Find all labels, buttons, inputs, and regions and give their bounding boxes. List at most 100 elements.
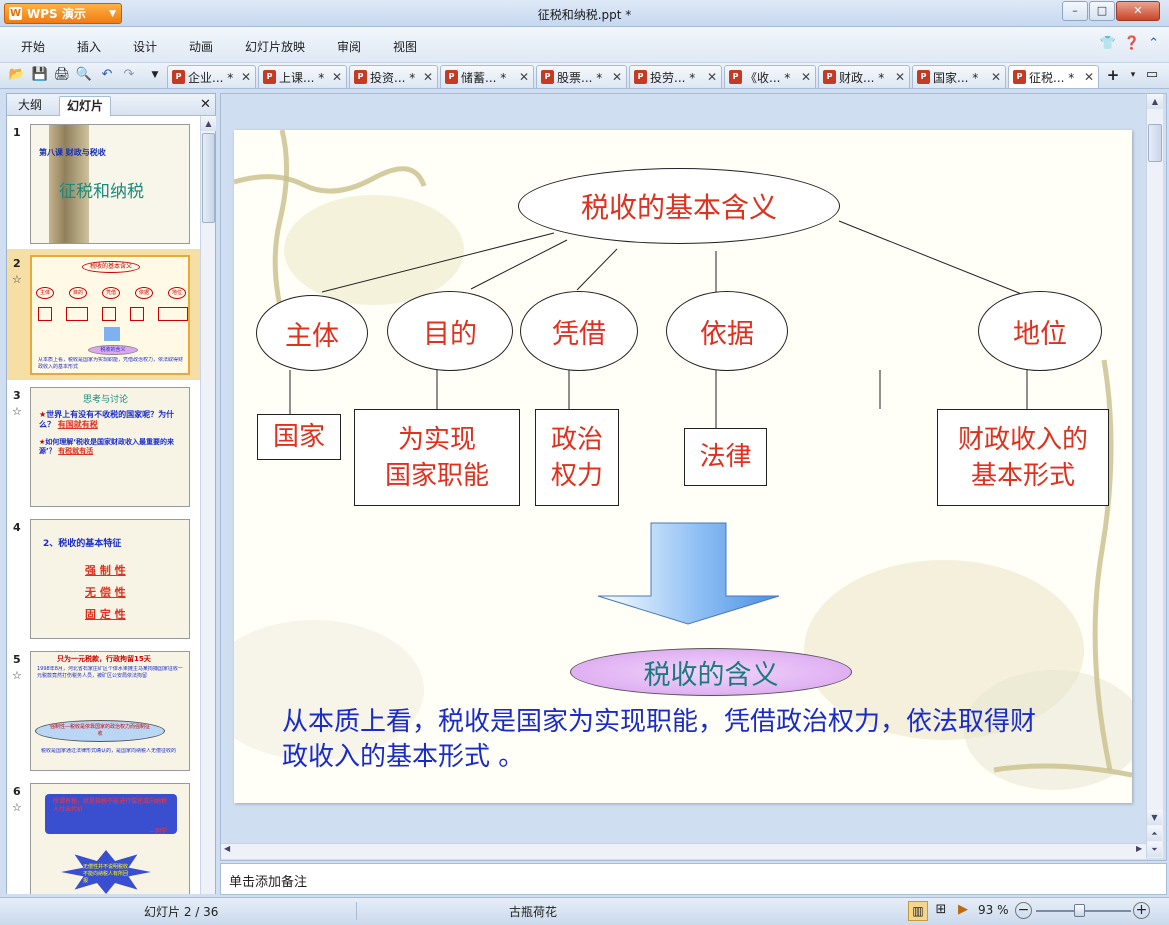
customize-toolbar-icon[interactable]: ▼	[146, 66, 164, 84]
zoom-in-icon[interactable]: +	[1133, 902, 1150, 919]
scroll-thumb[interactable]	[1148, 124, 1162, 162]
redo-icon[interactable]: ↷	[120, 66, 138, 84]
animation-star-icon: ☆	[12, 669, 22, 682]
help-icon[interactable]: ❓	[1124, 36, 1140, 51]
slide-thumbnail-6[interactable]: 6 ☆ 所谓有税，就是指税不能进行偿还或向纳税人付出代价 —列宁 无偿性并不说明…	[7, 777, 200, 894]
previous-slide-icon[interactable]: ⏶	[1147, 826, 1162, 841]
window-layout-icon[interactable]: ▭	[1143, 66, 1161, 84]
close-tab-icon[interactable]: ✕	[1081, 70, 1094, 84]
branch-ellipse-subject[interactable]: 主体	[256, 295, 368, 371]
thumb-boxes	[38, 307, 188, 321]
close-tab-icon[interactable]: ✕	[892, 70, 905, 84]
doc-tab[interactable]: P 国家... * ✕	[912, 65, 1006, 88]
doc-tab[interactable]: P 储蓄... * ✕	[440, 65, 534, 88]
undo-icon[interactable]: ↶	[98, 66, 116, 84]
branch-ellipse-purpose[interactable]: 目的	[387, 291, 513, 371]
close-tab-icon[interactable]: ✕	[329, 70, 342, 84]
close-window-button[interactable]: ✕	[1116, 1, 1160, 21]
doc-tab[interactable]: P 投劳... * ✕	[629, 65, 722, 88]
slide-thumbnail-4[interactable]: 4 2、税收的基本特征 强 制 性 无 偿 性 固 定 性	[7, 513, 200, 644]
theme-name: 古瓶荷花	[509, 905, 558, 919]
close-tab-icon[interactable]: ✕	[420, 70, 433, 84]
slide-thumbnail-5[interactable]: 5 ☆ 只为一元税款，行政拘留15天 1998年8月，河北省石家庄矿区个体水果摊…	[7, 645, 200, 776]
scroll-up-icon[interactable]: ▲	[201, 116, 216, 131]
slide-thumbnail-1[interactable]: 1 第八课 财政与税收 征税和纳税	[7, 118, 200, 249]
notes-placeholder: 单击添加备注	[229, 875, 308, 890]
editor-vertical-scrollbar[interactable]: ▲ ▼ ⏶ ⏷	[1146, 94, 1163, 858]
zoom-out-icon[interactable]: −	[1015, 902, 1032, 919]
user-icon[interactable]: 👕	[1100, 36, 1116, 51]
close-tab-icon[interactable]: ✕	[238, 70, 251, 84]
tab-slides[interactable]: 幻灯片	[59, 96, 112, 116]
summary-ellipse[interactable]: 税收的含义	[570, 648, 852, 696]
branch-ellipse-basis-law[interactable]: 依据	[666, 291, 788, 371]
doc-tab[interactable]: P 上课... * ✕	[258, 65, 347, 88]
close-tab-icon[interactable]: ✕	[988, 70, 1001, 84]
scroll-right-icon[interactable]: ▶	[1136, 844, 1142, 853]
doc-tab[interactable]: P 投资... * ✕	[349, 65, 438, 88]
thumb-branch: 目的	[68, 287, 87, 299]
scroll-up-icon[interactable]: ▲	[1147, 94, 1163, 109]
new-tab-icon[interactable]: +	[1104, 66, 1122, 84]
close-tab-icon[interactable]: ✕	[704, 70, 717, 84]
slide-thumbnail-3[interactable]: 3 ☆ 思考与讨论 ★世界上有没有不收税的国家呢？为什么？ 有国就有税 ★如何理…	[7, 381, 200, 512]
box-law[interactable]: 法律	[684, 428, 767, 486]
normal-view-icon[interactable]: ▥	[908, 901, 928, 921]
menu-review[interactable]: 审阅	[337, 38, 361, 55]
box-fiscal-revenue[interactable]: 财政收入的 基本形式	[937, 409, 1109, 506]
down-arrow-shape[interactable]	[596, 522, 781, 626]
box-purpose[interactable]: 为实现 国家职能	[354, 409, 520, 506]
close-tab-icon[interactable]: ✕	[609, 70, 622, 84]
maximize-button[interactable]: □	[1089, 1, 1115, 21]
close-panel-icon[interactable]: ✕	[200, 97, 211, 112]
doc-tab[interactable]: P 财政... * ✕	[818, 65, 910, 88]
zoom-slider-thumb[interactable]	[1073, 904, 1085, 917]
editor-horizontal-scrollbar[interactable]: ◀ ▶	[221, 843, 1146, 859]
branch-ellipse-basis-power[interactable]: 凭借	[520, 291, 638, 371]
slides-panel: 大纲 幻灯片 ✕ 1 第八课 财政与税收 征税和纳税 2 ☆ 税收的基本含义 主…	[6, 93, 216, 894]
save-icon[interactable]: 💾	[31, 66, 49, 84]
menu-right-icons: 👕 ❓ ⌃	[1100, 36, 1159, 51]
tab-list-chevron-icon[interactable]: ▾	[1124, 66, 1142, 84]
next-slide-icon[interactable]: ⏷	[1147, 842, 1162, 857]
doc-tab-active[interactable]: P 征税... * ✕	[1008, 65, 1099, 88]
menu-animation[interactable]: 动画	[189, 38, 213, 55]
menu-insert[interactable]: 插入	[77, 38, 101, 55]
menu-home[interactable]: 开始	[21, 38, 45, 55]
box-state[interactable]: 国家	[257, 414, 341, 460]
ppt-file-icon: P	[1013, 70, 1026, 84]
print-icon[interactable]: 🖨	[53, 66, 71, 84]
doc-tab-label: 《收... *	[745, 70, 791, 85]
close-tab-icon[interactable]: ✕	[516, 70, 529, 84]
definition-text[interactable]: 从本质上看，税收是国家为实现职能，凭借政治权力，依法取得财政收入的基本形式 。	[282, 705, 1042, 775]
doc-tab[interactable]: P 企业... * ✕	[167, 65, 256, 88]
ppt-file-icon: P	[823, 70, 836, 84]
doc-tab[interactable]: P 《收... * ✕	[724, 65, 816, 88]
menu-design[interactable]: 设计	[133, 38, 157, 55]
scroll-down-icon[interactable]: ▼	[1147, 810, 1162, 825]
ppt-file-icon: P	[172, 70, 185, 84]
scroll-left-icon[interactable]: ◀	[224, 844, 230, 853]
slideshow-icon[interactable]: ▶	[953, 901, 973, 921]
divider	[356, 902, 357, 920]
branch-ellipse-status[interactable]: 地位	[978, 291, 1102, 371]
ribbon-toggle-icon[interactable]: ⌃	[1148, 36, 1159, 51]
box-political-power[interactable]: 政治 权力	[535, 409, 619, 506]
thumb-definition: 从本质上看，税收是国家为实现职能，凭借政治权力，依法取得财政收入的基本形式	[38, 357, 184, 370]
open-folder-icon[interactable]: 📂	[8, 66, 26, 84]
doc-tab[interactable]: P 股票... * ✕	[536, 65, 627, 88]
slide-sorter-icon[interactable]: ⊞	[931, 901, 951, 921]
slide-thumbnail-2[interactable]: 2 ☆ 税收的基本含义 主体 目的 凭借 依据 地位 税收的含义 从本质上看，税…	[7, 249, 200, 380]
print-preview-icon[interactable]: 🔍	[75, 66, 93, 84]
minimize-button[interactable]: –	[1062, 1, 1088, 21]
scroll-thumb[interactable]	[202, 133, 215, 223]
menu-view[interactable]: 视图	[393, 38, 417, 55]
tab-outline[interactable]: 大纲	[11, 96, 49, 116]
menu-slideshow[interactable]: 幻灯片放映	[245, 38, 305, 55]
notes-pane[interactable]: 单击添加备注	[220, 863, 1167, 895]
close-tab-icon[interactable]: ✕	[798, 70, 811, 84]
slide-list-scrollbar[interactable]: ▲	[200, 116, 216, 894]
wps-app-menu-button[interactable]: W WPS 演示 ▼	[4, 3, 122, 24]
slide-canvas[interactable]: 税收的基本含义 主体 目的 凭借 依据 地位 国家 为实现 国家职能 政治 权力…	[234, 130, 1132, 803]
root-ellipse[interactable]: 税收的基本含义	[518, 168, 840, 244]
